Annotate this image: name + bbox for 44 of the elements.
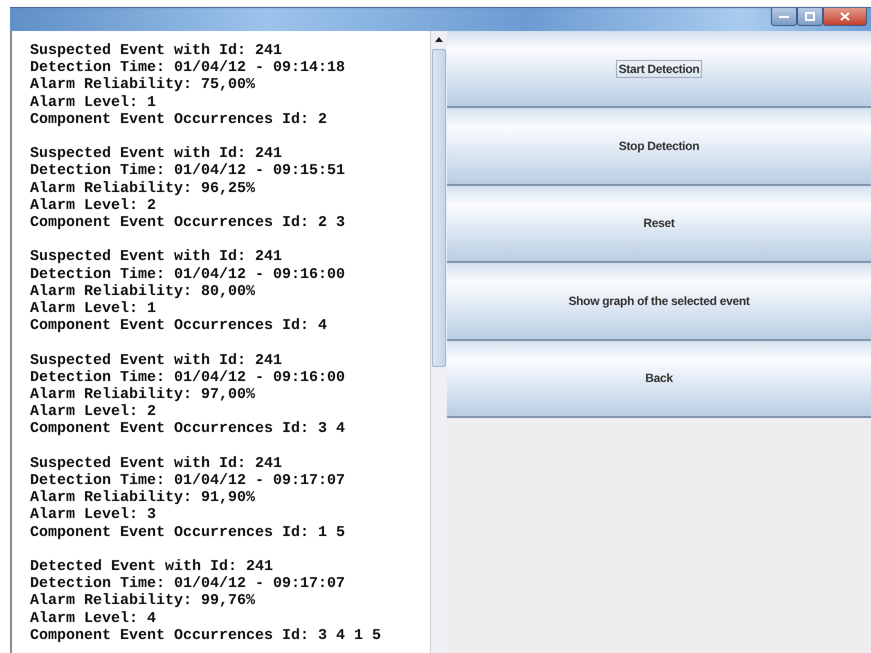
log-line: Alarm Level: 1: [30, 300, 158, 318]
scroll-up-icon: [435, 37, 443, 42]
log-line: Suspected Event with Id: 241: [30, 248, 284, 266]
log-line: Detection Time: 01/04/12 - 09:16:00: [30, 368, 346, 386]
log-line: Alarm Reliability: 97,00%: [30, 386, 256, 404]
scroll-thumb[interactable]: [432, 49, 446, 367]
log-line: Component Event Occurrences Id: 3 4 1 5: [30, 626, 382, 644]
action-button[interactable]: Show graph of the selected event: [447, 263, 871, 341]
log-line: Alarm Reliability: 91,90%: [30, 489, 256, 506]
minimize-button[interactable]: [771, 8, 797, 26]
log-line: Alarm Reliability: 75,00%: [30, 76, 256, 94]
action-button[interactable]: Stop Detection: [447, 108, 871, 186]
action-button[interactable]: Back: [447, 340, 871, 418]
log-line: Component Event Occurrences Id: 1 5: [30, 524, 346, 541]
close-button[interactable]: [823, 8, 867, 26]
log-line: Component Event Occurrences Id: 2: [30, 110, 328, 128]
log-line: Alarm Reliability: 99,76%: [30, 592, 256, 610]
log-line: Detected Event with Id: 241: [30, 558, 274, 576]
log-line: Detection Time: 01/04/12 - 09:17:07: [30, 472, 346, 490]
log-line: Detection Time: 01/04/12 - 09:16:00: [30, 266, 346, 283]
close-icon: [840, 12, 850, 21]
log-line: Component Event Occurrences Id: 3 4: [30, 420, 346, 438]
log-line: Alarm Reliability: 80,00%: [30, 282, 256, 300]
scrollbar[interactable]: [430, 31, 447, 653]
log-line: Alarm Level: 4: [30, 610, 158, 627]
maximize-button[interactable]: [797, 8, 823, 26]
log-line: Alarm Reliability: 96,25%: [30, 180, 256, 197]
log-line: Suspected Event with Id: 241: [30, 454, 284, 472]
log-line: Detection Time: 01/04/12 - 09:17:07: [30, 575, 346, 592]
log-line: Suspected Event with Id: 241: [30, 42, 284, 60]
log-line: Alarm Level: 2: [30, 196, 158, 214]
log-line: Alarm Level: 3: [30, 506, 158, 524]
log-line: Suspected Event with Id: 241: [30, 352, 284, 369]
minimize-icon: [779, 14, 789, 18]
action-button[interactable]: Reset: [447, 186, 871, 264]
log-line: Suspected Event with Id: 241: [30, 145, 284, 162]
log-line: Component Event Occurrences Id: 2 3: [30, 214, 346, 232]
log-line: Detection Time: 01/04/12 - 09:15:51: [30, 162, 346, 180]
maximize-icon: [805, 12, 815, 21]
action-button[interactable]: Start Detection: [447, 31, 871, 108]
log-line: Alarm Level: 2: [30, 403, 158, 420]
log-line: Alarm Level: 1: [30, 94, 158, 111]
log-line: Component Event Occurrences Id: 4: [30, 317, 328, 334]
log-line: Detection Time: 01/04/12 - 09:14:18: [30, 59, 346, 76]
